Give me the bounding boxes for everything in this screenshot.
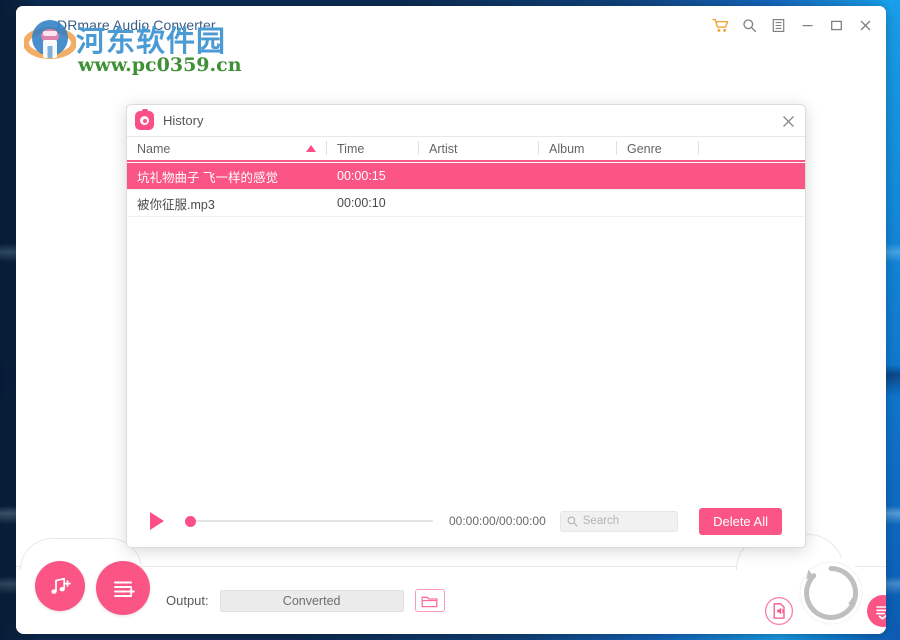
close-icon[interactable] — [852, 12, 878, 38]
column-header-genre[interactable]: Genre — [617, 136, 699, 161]
column-label-time: Time — [337, 142, 364, 156]
sort-ascending-icon — [306, 145, 316, 152]
history-dialog-titlebar: History — [127, 105, 805, 137]
cell-name: 被你征服.mp3 — [127, 194, 327, 213]
history-dialog-title: History — [163, 113, 203, 128]
cart-icon[interactable] — [707, 12, 733, 38]
minimize-icon[interactable] — [794, 12, 820, 38]
seek-track — [185, 520, 433, 522]
folder-icon[interactable] — [415, 589, 445, 612]
column-header-album[interactable]: Album — [539, 136, 617, 161]
play-icon[interactable] — [150, 512, 164, 530]
column-header-artist[interactable]: Artist — [419, 136, 539, 161]
history-table-header: Name Time Artist Album Genre — [127, 137, 805, 162]
maximize-icon[interactable] — [823, 12, 849, 38]
menu-icon[interactable] — [765, 12, 791, 38]
history-track-list[interactable]: 坑礼物曲子 飞一样的感觉 00:00:15 被你征服.mp3 00:00:10 — [127, 163, 805, 495]
camera-app-icon — [135, 111, 154, 130]
audio-file-icon[interactable] — [763, 595, 795, 627]
cell-time: 00:00:15 — [327, 169, 419, 183]
history-dialog: History Name Time — [126, 104, 806, 548]
column-header-time[interactable]: Time — [327, 136, 419, 161]
seek-slider[interactable] — [185, 513, 433, 529]
add-playlist-button[interactable] — [96, 561, 150, 615]
search-icon — [567, 516, 578, 527]
playback-time: 00:00:00/00:00:00 — [449, 514, 546, 528]
delete-all-button[interactable]: Delete All — [699, 508, 782, 535]
column-label-artist: Artist — [429, 142, 457, 156]
table-row[interactable]: 被你征服.mp3 00:00:10 — [127, 190, 805, 217]
history-player-footer: 00:00:00/00:00:00 Delete All — [127, 495, 805, 547]
desktop-background: DRmare Audio Converter — [0, 0, 900, 640]
column-header-name[interactable]: Name — [127, 136, 327, 161]
window-title-bar: DRmare Audio Converter — [16, 6, 886, 44]
history-close-icon[interactable] — [778, 111, 798, 131]
output-row: Output: Converted — [166, 589, 445, 612]
column-label-album: Album — [549, 142, 584, 156]
window-controls — [707, 12, 878, 38]
column-label-name: Name — [137, 142, 170, 156]
column-label-genre: Genre — [627, 142, 662, 156]
app-title: DRmare Audio Converter — [57, 17, 216, 33]
cell-name: 坑礼物曲子 飞一样的感觉 — [127, 167, 327, 186]
column-header-spacer — [699, 136, 805, 161]
convert-button[interactable] — [795, 557, 867, 629]
search-input[interactable] — [583, 515, 673, 527]
search-icon[interactable] — [736, 12, 762, 38]
search-box[interactable] — [560, 511, 678, 532]
camera-lens-icon — [140, 116, 149, 125]
application-window: DRmare Audio Converter — [16, 6, 886, 634]
table-row[interactable]: 坑礼物曲子 飞一样的感觉 00:00:15 — [127, 163, 805, 190]
output-path-field[interactable]: Converted — [220, 590, 404, 612]
add-music-button[interactable] — [35, 561, 85, 611]
cell-time: 00:00:10 — [327, 196, 419, 210]
seek-knob[interactable] — [185, 516, 196, 527]
output-label: Output: — [166, 593, 209, 608]
